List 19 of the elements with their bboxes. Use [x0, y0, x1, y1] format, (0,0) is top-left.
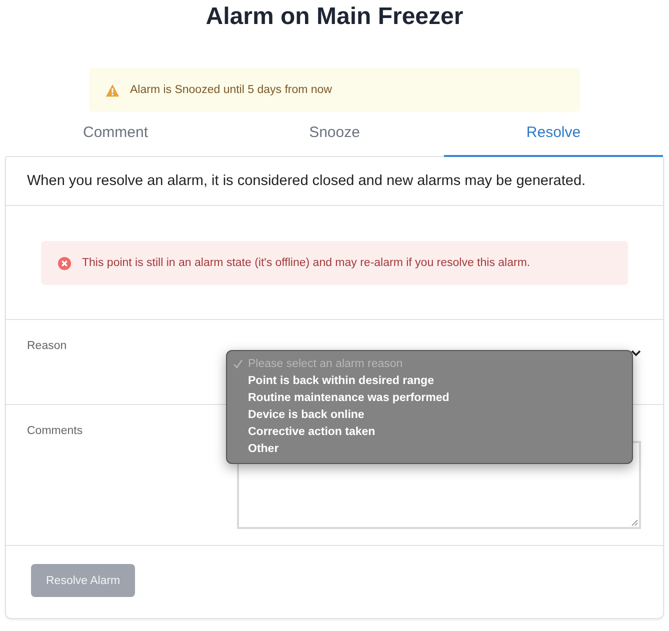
tab[interactable]: Resolve — [444, 114, 663, 157]
field-label: Reason — [27, 340, 68, 354]
error-message: This point is still in an alarm state (it's offline) and may re-alarm if you resolve this alarm. — [82, 257, 530, 269]
field-label: Comments — [27, 425, 84, 439]
error-icon — [57, 256, 72, 270]
chevron-icon — [631, 349, 641, 357]
menu-option[interactable]: Other — [227, 440, 632, 457]
page-title: Alarm on Main Freezer — [206, 3, 464, 30]
menu-option[interactable]: Point is back within desired range — [227, 372, 632, 389]
tab[interactable]: Snooze — [225, 114, 444, 157]
description-text: When you resolve an alarm, it is considered closed and new alarms may be generated. — [6, 157, 663, 206]
menu-option[interactable]: Device is back online — [227, 406, 632, 423]
menu-option[interactable]: Routine maintenance was performed — [227, 389, 632, 406]
warning-message: Alarm is Snoozed until 5 days from now — [130, 84, 332, 96]
warning-icon — [105, 82, 120, 98]
tab[interactable]: Comment — [6, 114, 225, 157]
resize-grip-icon — [631, 519, 638, 526]
checkmark-icon — [233, 358, 243, 368]
menu-option[interactable]: Corrective action taken — [227, 423, 632, 440]
